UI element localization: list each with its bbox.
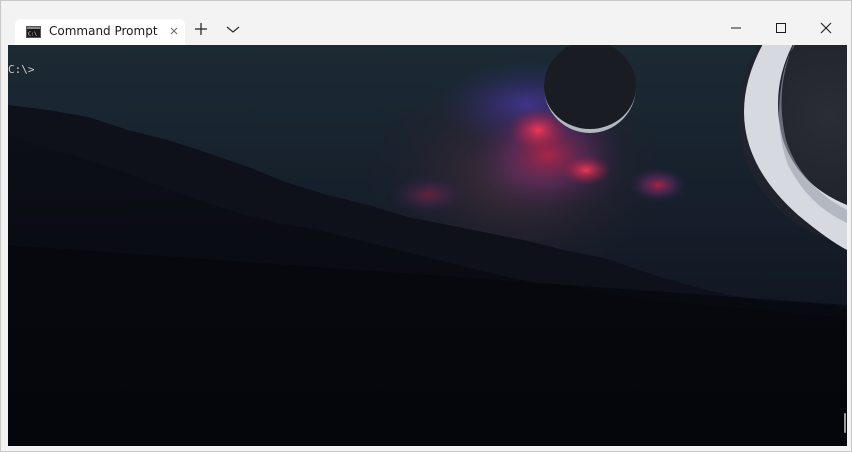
minimize-icon	[731, 27, 741, 29]
new-tab-button[interactable]	[189, 17, 213, 41]
space-landscape-wallpaper	[8, 45, 847, 446]
tab-title: Command Prompt	[49, 24, 158, 38]
maximize-button[interactable]	[766, 13, 796, 43]
console-icon: C:\	[26, 26, 41, 38]
terminal-window: C:\ Command Prompt C:\>	[0, 0, 852, 452]
maximize-icon	[776, 23, 786, 33]
title-bar[interactable]: C:\ Command Prompt	[1, 1, 851, 45]
terminal-area[interactable]: C:\>	[8, 45, 847, 446]
close-icon	[820, 22, 832, 34]
svg-text:C:\: C:\	[28, 32, 37, 38]
chevron-down-icon	[226, 26, 240, 33]
tab-dropdown-button[interactable]	[221, 17, 245, 41]
close-icon[interactable]	[167, 24, 181, 38]
tab-command-prompt[interactable]: C:\ Command Prompt	[15, 19, 185, 45]
command-prompt-text: C:\>	[8, 63, 35, 76]
minimize-button[interactable]	[721, 13, 751, 43]
window-close-button[interactable]	[811, 13, 841, 43]
scrollbar-thumb[interactable]	[844, 413, 846, 433]
plus-icon	[195, 23, 207, 35]
